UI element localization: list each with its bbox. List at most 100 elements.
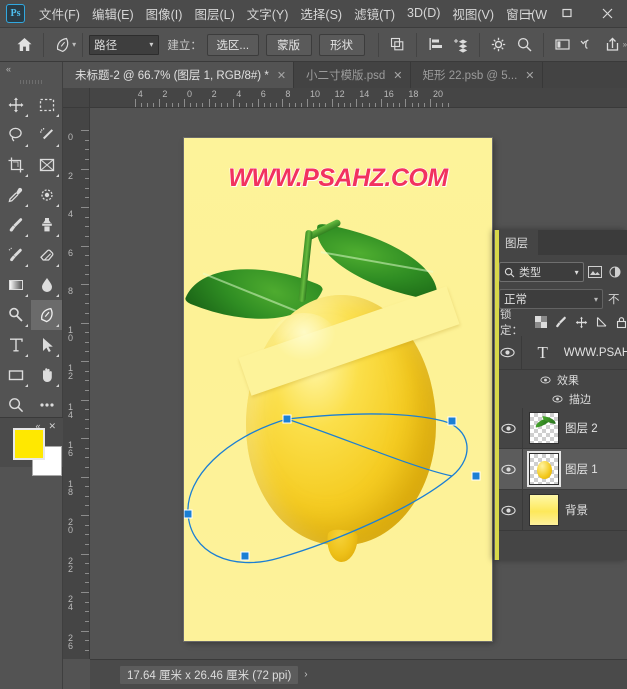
path-operations-icon[interactable] (385, 32, 410, 58)
gear-icon[interactable] (486, 32, 511, 58)
close-icon[interactable]: ✕ (525, 69, 534, 82)
options-bar: ▾ 路径 ▾ 建立： 选区... 蒙版 形状 » (0, 28, 627, 62)
horizontal-ruler[interactable]: 4 2 0 2 4 6 8 10 12 14 16 18 20 (90, 88, 627, 108)
path-alignment-icon[interactable] (423, 32, 448, 58)
spot-healing-icon[interactable] (31, 180, 62, 210)
layer-name[interactable]: WWW.PSAH (564, 347, 627, 359)
path-mode-select[interactable]: 路径 ▾ (89, 34, 160, 55)
menu-3d[interactable]: 3D(D) (401, 3, 446, 24)
minimize-icon[interactable] (507, 0, 547, 26)
tab-rect-22[interactable]: 矩形 22.psb @ 5... ✕ (410, 62, 543, 88)
menu-file[interactable]: 文件(F) (33, 1, 86, 27)
make-mask-button[interactable]: 蒙版 (265, 33, 312, 56)
lock-position-icon[interactable] (575, 316, 588, 329)
layer-thumbnail[interactable] (529, 412, 559, 444)
gradient-icon[interactable] (0, 270, 31, 300)
toolbar-grip[interactable] (0, 76, 62, 88)
blur-drop-icon[interactable] (31, 270, 62, 300)
crop-icon[interactable] (0, 150, 31, 180)
layer-name[interactable]: 图层 2 (565, 420, 598, 436)
effects-visibility-icon[interactable] (539, 376, 551, 384)
stroke-effect-visibility-icon[interactable] (551, 395, 563, 403)
layer-filter-type-select[interactable]: 类型 ▾ (499, 262, 584, 282)
tab-layers[interactable]: 图层 (495, 230, 538, 255)
close-icon[interactable] (587, 0, 627, 26)
tab-xiaoercun[interactable]: 小二寸模版.psd ✕ (294, 62, 411, 88)
dodge-icon[interactable] (0, 300, 31, 330)
lock-all-icon[interactable] (615, 316, 627, 329)
brush-icon[interactable] (0, 210, 31, 240)
table-row[interactable]: T WWW.PSAH (495, 335, 627, 370)
layer-visibility-icon[interactable] (495, 335, 522, 370)
table-row[interactable]: 图层 2 (495, 407, 627, 449)
pen-icon[interactable] (31, 300, 62, 330)
ruler-minor-tick (85, 312, 89, 314)
layer-effect-stroke[interactable]: 描边 (495, 389, 627, 408)
table-row[interactable]: 图层 1 (495, 448, 627, 490)
menu-layer[interactable]: 图层(L) (188, 1, 240, 27)
layer-visibility-icon[interactable] (495, 489, 523, 531)
pixel-filter-icon[interactable] (588, 266, 604, 278)
layer-name[interactable]: 图层 1 (565, 461, 598, 477)
text-layer-thumbnail[interactable]: T (528, 343, 558, 363)
path-arrangement-icon[interactable] (448, 32, 473, 58)
frame-icon[interactable] (31, 150, 62, 180)
lock-artboard-icon[interactable] (595, 316, 608, 329)
foreground-color-swatch[interactable] (13, 428, 45, 460)
collapse-toolbar-button[interactable]: « (0, 62, 62, 76)
ruler-corner[interactable] (63, 88, 90, 108)
close-icon[interactable]: ✕ (393, 69, 402, 82)
make-selection-button[interactable]: 选区... (206, 33, 259, 56)
menu-select[interactable]: 选择(S) (294, 1, 348, 27)
maximize-icon[interactable] (547, 0, 587, 26)
ruler-minor-tick (85, 341, 89, 343)
history-brush-icon[interactable] (0, 240, 31, 270)
zoom-magnifier-icon[interactable] (0, 390, 31, 420)
menu-image[interactable]: 图像(I) (140, 1, 189, 27)
ruler-minor-tick (350, 103, 352, 107)
document-size-status[interactable]: 17.64 厘米 x 26.46 厘米 (72 ppi) (120, 665, 299, 684)
adjustment-filter-icon[interactable] (607, 266, 623, 278)
layer-visibility-icon[interactable] (495, 407, 523, 449)
table-row[interactable]: 背景 (495, 489, 627, 531)
rectangle-shape-icon[interactable] (0, 360, 31, 390)
lock-image-icon[interactable] (554, 315, 568, 329)
tab-untitled-2[interactable]: 未标题-2 @ 66.7% (图层 1, RGB/8#) * ✕ (63, 62, 295, 88)
close-icon[interactable]: ✕ (48, 421, 56, 432)
lock-transparency-icon[interactable] (535, 316, 548, 328)
close-icon[interactable]: ✕ (277, 69, 286, 82)
layer-effects-group[interactable]: 效果 (495, 370, 627, 389)
path-arrow-icon[interactable] (31, 330, 62, 360)
menu-filter[interactable]: 滤镜(T) (348, 1, 401, 27)
type-t-icon[interactable] (0, 330, 31, 360)
vertical-ruler[interactable]: 0 2 4 6 8 10 12 14 16 18 20 22 24 26 (63, 108, 90, 659)
workspace-icon[interactable] (550, 32, 575, 58)
magic-wand-icon[interactable] (31, 120, 62, 150)
lasso-icon[interactable] (0, 120, 31, 150)
history-icon[interactable] (575, 32, 600, 58)
layer-name[interactable]: 背景 (565, 502, 588, 518)
menu-type[interactable]: 文字(Y) (241, 1, 295, 27)
pen-tool-chevron-down-icon[interactable]: ▾ (72, 40, 76, 49)
overflow-chevron-icon[interactable]: » (623, 40, 627, 49)
make-shape-button[interactable]: 形状 (318, 33, 365, 56)
layers-panel-tabs: 图层 (495, 230, 627, 255)
menu-edit[interactable]: 编辑(E) (86, 1, 140, 27)
layers-panel: 图层 类型 ▾ 正常 ▾ 不 锁定： T WWW.PSAH 效果 描边 图层 2… (494, 230, 627, 560)
ellipsis-icon[interactable] (31, 390, 62, 420)
eraser-icon[interactable] (31, 240, 62, 270)
home-icon[interactable] (12, 32, 37, 58)
clone-stamp-icon[interactable] (31, 210, 62, 240)
layer-thumbnail[interactable] (529, 453, 559, 485)
rectangular-marquee-icon[interactable] (31, 90, 62, 120)
eyedropper-icon[interactable] (0, 180, 31, 210)
menu-view[interactable]: 视图(V) (446, 1, 500, 27)
blend-mode-select[interactable]: 正常 ▾ (499, 289, 603, 309)
layer-visibility-icon[interactable] (495, 448, 523, 490)
search-icon[interactable] (512, 32, 537, 58)
layer-thumbnail[interactable] (529, 494, 559, 526)
hand-icon[interactable] (31, 360, 62, 390)
status-expand-icon[interactable]: › (304, 669, 307, 680)
artboard[interactable]: WWW.PSAHZ.COM (184, 138, 492, 641)
move-tool[interactable] (0, 90, 31, 120)
